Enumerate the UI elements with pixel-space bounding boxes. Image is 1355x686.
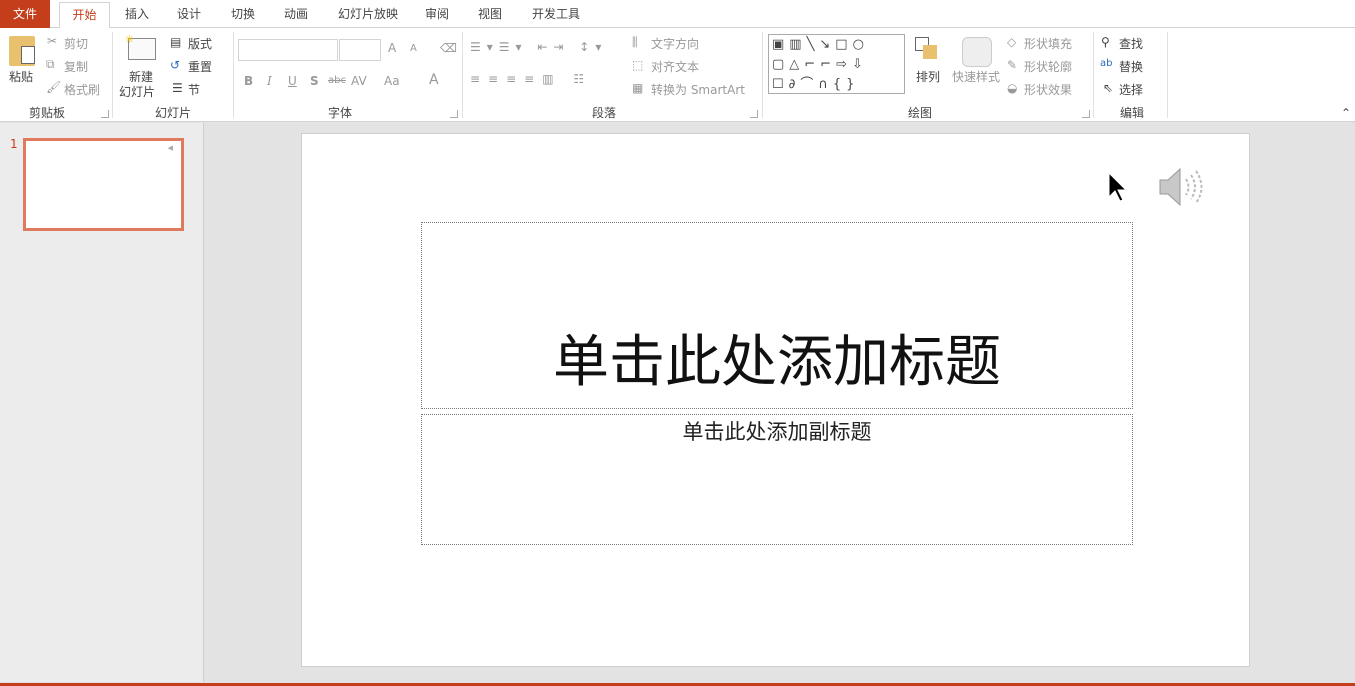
shape-effects-icon: ◒	[1007, 81, 1017, 95]
format-painter-button[interactable]: 格式刷	[64, 81, 100, 98]
shapes-gallery[interactable]: ▣▥╲↘□○▢△⌐⌐⇨⇩☐∂⌒∩{}	[768, 34, 905, 94]
audio-speaker-icon[interactable]	[1158, 166, 1206, 208]
grow-font-button[interactable]: A	[388, 41, 396, 55]
slide-number: 1	[10, 137, 18, 151]
layout-icon: ▤	[170, 35, 181, 49]
copy-icon: ⧉	[46, 57, 55, 72]
drawing-group-label: 绘图	[900, 104, 940, 121]
copy-button[interactable]: 复制	[64, 58, 88, 75]
reset-icon: ↺	[170, 58, 180, 72]
text-direction-button[interactable]: 文字方向	[651, 35, 699, 52]
drawing-launcher-icon[interactable]	[1082, 110, 1090, 118]
divider	[1167, 32, 1168, 118]
mouse-cursor-icon	[1108, 172, 1128, 204]
tab-animations[interactable]: 动画	[273, 2, 319, 28]
shape-outline-icon: ✎	[1007, 58, 1017, 72]
tab-review[interactable]: 审阅	[414, 2, 460, 28]
smartart-button[interactable]: 转换为 SmartArt	[651, 81, 745, 98]
font-size-combo[interactable]	[339, 39, 381, 61]
text-direction-icon: ⫼	[632, 35, 638, 50]
slide-canvas: 单击此处添加标题 单击此处添加副标题	[301, 133, 1250, 667]
char-spacing-button[interactable]: AV	[351, 74, 367, 88]
shape-outline-button[interactable]: 形状轮廓	[1024, 58, 1072, 75]
divider	[1093, 32, 1094, 118]
clear-format-icon[interactable]: ⌫	[440, 41, 457, 55]
replace-button[interactable]: 替换	[1119, 58, 1143, 75]
smartart-icon: ▦	[632, 81, 643, 95]
find-icon: ⚲	[1101, 35, 1110, 49]
underline-button[interactable]: U	[288, 74, 297, 88]
cut-button[interactable]: 剪切	[64, 35, 88, 52]
arrange-button[interactable]: 排列	[916, 68, 940, 85]
find-button[interactable]: 查找	[1119, 35, 1143, 52]
tab-transitions[interactable]: 切换	[220, 2, 266, 28]
shape-fill-icon: ◇	[1007, 35, 1016, 49]
layout-button[interactable]: 版式	[188, 35, 212, 52]
editing-group-label: 编辑	[1112, 104, 1152, 121]
new-slide-button[interactable]: 幻灯片	[119, 83, 155, 100]
align-buttons-icon[interactable]: ≡≡≡≡▥ ☷	[470, 72, 592, 86]
shrink-font-button[interactable]: A	[410, 43, 417, 54]
slide-thumbnail[interactable]: ◀	[23, 138, 184, 231]
collapse-ribbon-icon[interactable]: ⌃	[1341, 106, 1351, 120]
replace-icon: ab	[1100, 58, 1112, 69]
change-case-button[interactable]: Aa	[384, 74, 400, 88]
clipboard-group-label: 剪贴板	[20, 104, 74, 121]
strikethrough-button[interactable]: abc	[328, 75, 346, 86]
ribbon-tab-bar: 文件 开始 插入 设计 切换 动画 幻灯片放映 审阅 视图 开发工具	[0, 0, 1355, 28]
tab-home[interactable]: 开始	[59, 2, 110, 29]
section-icon: ☰	[172, 81, 183, 95]
italic-button[interactable]: I	[267, 74, 272, 88]
section-button[interactable]: 节	[188, 81, 200, 98]
paste-icon[interactable]	[9, 36, 35, 66]
font-launcher-icon[interactable]	[450, 110, 458, 118]
bold-button[interactable]: B	[244, 74, 253, 88]
format-painter-icon: 🖌	[46, 80, 61, 94]
select-icon: ⇖	[1103, 81, 1113, 95]
paragraph-launcher-icon[interactable]	[750, 110, 758, 118]
align-text-icon: ⬚	[632, 58, 643, 72]
divider	[762, 32, 763, 118]
reset-button[interactable]: 重置	[188, 58, 212, 75]
cut-icon: ✂	[47, 34, 57, 48]
ribbon: 粘贴 ✂ 剪切 ⧉ 复制 🖌 格式刷 剪贴板 ✳ 新建 幻灯片 ▤ 版式 ↺ 重…	[0, 28, 1355, 122]
tab-file[interactable]: 文件	[0, 0, 50, 28]
shadow-button[interactable]: S	[310, 74, 319, 88]
shape-fill-button[interactable]: 形状填充	[1024, 35, 1072, 52]
audio-thumb-icon: ◀	[168, 144, 173, 152]
subtitle-placeholder[interactable]: 单击此处添加副标题	[421, 414, 1133, 545]
tab-developer[interactable]: 开发工具	[524, 2, 588, 28]
clipboard-launcher-icon[interactable]	[101, 110, 109, 118]
font-color-button[interactable]: A	[429, 72, 439, 88]
shape-effects-button[interactable]: 形状效果	[1024, 81, 1072, 98]
tab-insert[interactable]: 插入	[114, 2, 160, 28]
tab-slideshow[interactable]: 幻灯片放映	[330, 2, 406, 28]
slides-group-label: 幻灯片	[150, 104, 196, 121]
font-name-combo[interactable]	[238, 39, 338, 61]
new-slide-icon: ✳	[128, 38, 156, 60]
divider	[462, 32, 463, 118]
font-group-label: 字体	[320, 104, 360, 121]
select-button[interactable]: 选择	[1119, 81, 1143, 98]
list-buttons-icon[interactable]: ☰▾☰▾ ⇤⇥ ↕▾	[470, 40, 607, 54]
tab-design[interactable]: 设计	[166, 2, 212, 28]
quick-styles-icon	[962, 37, 992, 67]
align-text-button[interactable]: 对齐文本	[651, 58, 699, 75]
paragraph-group-label: 段落	[584, 104, 624, 121]
paste-button[interactable]: 粘贴	[9, 68, 33, 85]
divider	[233, 32, 234, 118]
divider	[112, 32, 113, 118]
title-placeholder[interactable]: 单击此处添加标题	[421, 222, 1133, 409]
quick-styles-button[interactable]: 快速样式	[952, 68, 1000, 85]
tab-view[interactable]: 视图	[467, 2, 513, 28]
